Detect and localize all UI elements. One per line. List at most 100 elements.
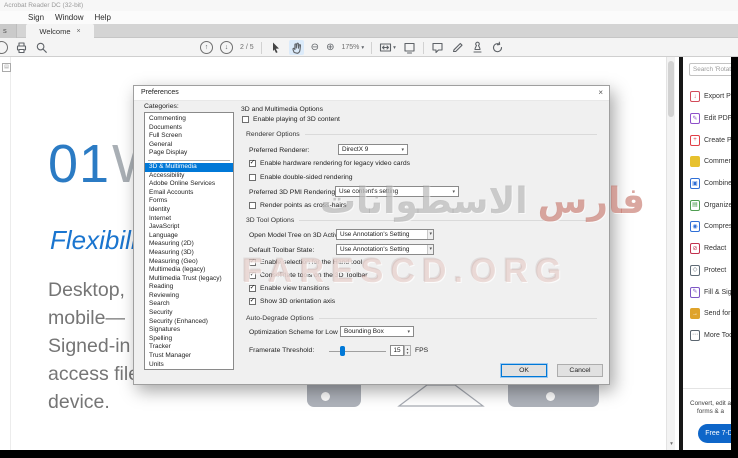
check-hardware-rendering[interactable]: Enable hardware rendering for legacy vid… (249, 160, 410, 167)
check-consolidate-tools[interactable]: Consolidate tools on the 3D Toolbar (249, 272, 368, 279)
menu-item[interactable]: Help (94, 13, 110, 22)
category-item[interactable]: JavaScript (145, 223, 233, 232)
check-view-transitions[interactable]: Enable view transitions (249, 285, 330, 292)
fill-sign-pencil-icon[interactable] (451, 41, 464, 54)
framerate-slider[interactable] (329, 351, 386, 352)
category-item[interactable]: Page Display (145, 149, 233, 158)
scrollbar-thumb[interactable] (668, 61, 674, 117)
category-item[interactable]: Measuring (3D) (145, 249, 233, 258)
category-item[interactable]: Signatures (145, 326, 233, 335)
check-double-sided[interactable]: Enable double-sided rendering (249, 174, 353, 181)
categories-listbox[interactable]: CommentingDocumentsFull ScreenGeneralPag… (144, 112, 234, 370)
reading-mode-icon[interactable] (403, 41, 416, 54)
category-item[interactable]: Security (145, 309, 233, 318)
search-icon[interactable] (35, 41, 48, 54)
checkbox[interactable] (242, 116, 249, 123)
category-item[interactable]: 3D & Multimedia (145, 163, 233, 172)
document-scrollbar[interactable]: ▾ (666, 57, 675, 450)
tab-partial[interactable]: s (0, 24, 17, 38)
select-tool-icon[interactable] (269, 41, 282, 54)
zoom-in-icon[interactable]: ⊕ (326, 43, 334, 53)
zoom-level-dropdown[interactable]: 175% ▾ (341, 44, 364, 51)
category-item[interactable]: Trust Manager (145, 352, 233, 361)
toolbar-separator (423, 42, 424, 54)
check-orientation-axis[interactable]: Show 3D orientation axis (249, 298, 335, 305)
menu-item[interactable]: Window (55, 13, 83, 22)
category-item[interactable]: Multimedia Trust (legacy) (145, 275, 233, 284)
menu-item[interactable]: Sign (28, 13, 44, 22)
framerate-value-field[interactable]: 15 (390, 345, 404, 356)
fit-width-dropdown[interactable]: ▾ (379, 41, 396, 54)
category-item[interactable]: Internet (145, 215, 233, 224)
hand-tool-icon[interactable] (289, 40, 304, 55)
category-item[interactable]: Units (145, 361, 233, 370)
optimization-select[interactable]: Bounding Box (340, 326, 414, 337)
category-item[interactable]: Multimedia (legacy) (145, 266, 233, 275)
tab-close-icon[interactable]: × (77, 28, 81, 35)
save-cloud-icon[interactable] (0, 41, 8, 54)
category-item[interactable]: Full Screen (145, 132, 233, 141)
category-item[interactable]: Forms (145, 197, 233, 206)
check-hand-selection[interactable]: Enable selection for the Hand tool (249, 259, 362, 266)
tool-item[interactable]: Comment (683, 151, 738, 173)
page-number-field[interactable]: 2 / 5 (240, 44, 254, 51)
tool-item[interactable]: + Create PDF (683, 129, 738, 151)
doc-line: Signed-in (48, 332, 139, 360)
preferred-renderer-select[interactable]: DirectX 9 (338, 144, 408, 155)
tool-item[interactable]: ▤ Organize Pages (683, 194, 738, 216)
toolbar-state-select[interactable]: Use Annotation's Setting (336, 244, 434, 255)
category-item[interactable]: Search (145, 300, 233, 309)
zoom-out-icon[interactable]: ⊖ (311, 43, 319, 53)
dialog-titlebar[interactable]: Preferences (134, 86, 609, 101)
tool-item[interactable]: ↓ Export PDF (683, 86, 738, 108)
checkbox[interactable] (249, 272, 256, 279)
framerate-spinner[interactable]: ▴▾ (404, 345, 411, 356)
page-down-icon[interactable]: ↓ (220, 41, 233, 54)
checkbox[interactable] (249, 202, 256, 209)
slider-handle[interactable] (340, 346, 345, 356)
page-up-icon[interactable]: ↑ (200, 41, 213, 54)
tool-item[interactable]: → Send for (683, 303, 738, 325)
category-item[interactable]: Email Accounts (145, 189, 233, 198)
category-item[interactable]: Tracker (145, 343, 233, 352)
category-item[interactable]: General (145, 141, 233, 150)
tab-welcome[interactable]: Welcome × (26, 24, 94, 38)
tool-item[interactable]: ◇ Protect (683, 260, 738, 282)
comment-icon[interactable] (431, 41, 444, 54)
dialog-close-icon[interactable]: × (598, 88, 603, 98)
checkbox[interactable] (249, 174, 256, 181)
category-item[interactable]: Identity (145, 206, 233, 215)
category-item[interactable]: Commenting (145, 115, 233, 124)
nav-pane-icon[interactable]: ▤ (2, 63, 11, 72)
category-item[interactable]: Spelling (145, 335, 233, 344)
print-icon[interactable] (15, 41, 28, 54)
checkbox[interactable] (249, 259, 256, 266)
category-item[interactable]: Reviewing (145, 292, 233, 301)
checkbox[interactable] (249, 285, 256, 292)
tool-item[interactable]: ⋯ More Tools (683, 325, 738, 347)
checkbox[interactable] (249, 160, 256, 167)
category-item[interactable]: Adobe Online Services (145, 180, 233, 189)
model-tree-select[interactable]: Use Annotation's Setting (336, 229, 434, 240)
check-enable-3d-content[interactable]: Enable playing of 3D content (242, 116, 340, 123)
tool-item[interactable]: ✎ Fill & Sign (683, 281, 738, 303)
stamp-icon[interactable] (471, 41, 484, 54)
category-item[interactable]: Documents (145, 124, 233, 133)
tool-item[interactable]: ✎ Edit PDF (683, 108, 738, 130)
ok-button[interactable]: OK (501, 364, 547, 377)
pmi-mode-select[interactable]: Use content's setting (335, 186, 459, 197)
scrollbar-down-arrow[interactable]: ▾ (667, 440, 676, 449)
checkbox[interactable] (249, 298, 256, 305)
category-item[interactable]: Accessibility (145, 172, 233, 181)
category-item[interactable]: Measuring (Geo) (145, 258, 233, 267)
cancel-button[interactable]: Cancel (557, 364, 603, 377)
tool-item[interactable]: ▣ Combine Files (683, 173, 738, 195)
category-item[interactable]: Reading (145, 283, 233, 292)
tool-item[interactable]: ◉ Compress PDF (683, 216, 738, 238)
category-item[interactable]: Language (145, 232, 233, 241)
category-item[interactable]: Measuring (2D) (145, 240, 233, 249)
share-loop-icon[interactable] (491, 41, 504, 54)
tool-item[interactable]: ⊘ Redact (683, 238, 738, 260)
category-item[interactable]: Security (Enhanced) (145, 318, 233, 327)
check-crosshairs[interactable]: Render points as cross-hairs (249, 202, 347, 209)
